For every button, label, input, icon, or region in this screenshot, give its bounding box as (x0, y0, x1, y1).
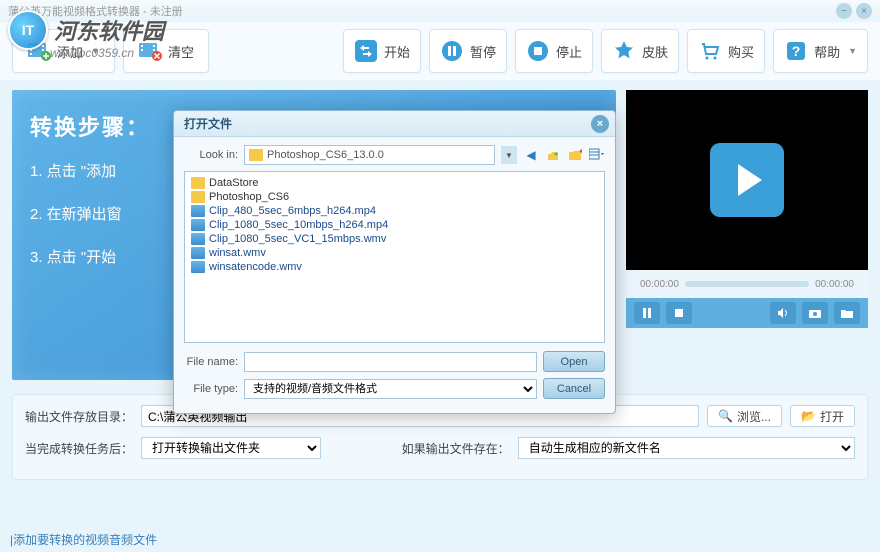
lookin-value: Photoshop_CS6_13.0.0 (267, 149, 490, 161)
convert-icon (354, 39, 378, 63)
nav-viewmode-icon[interactable] (589, 147, 605, 163)
start-button[interactable]: 开始 (343, 29, 421, 73)
video-file-icon (191, 205, 205, 217)
after-task-label: 当完成转换任务后： (25, 440, 133, 457)
folder-icon (191, 191, 205, 203)
pause-icon (440, 39, 464, 63)
folder-icon (249, 149, 263, 161)
lookin-label: Look in: (184, 149, 238, 161)
video-file-icon (191, 247, 205, 259)
star-icon (612, 39, 636, 63)
filetype-label: File type: (184, 383, 238, 395)
list-item[interactable]: Clip_480_5sec_6mbps_h264.mp4 (189, 204, 600, 218)
main-toolbar: 添加 ▼ 清空 开始 暂停 停止 皮肤 购买 (0, 22, 880, 80)
pv-snapshot-button[interactable] (802, 302, 828, 324)
after-task-select[interactable]: 打开转换输出文件夹 (141, 437, 321, 459)
play-icon (710, 143, 784, 217)
open-folder-button[interactable]: 📂 打开 (790, 405, 855, 427)
search-icon: 🔍 (718, 409, 733, 423)
clear-film-icon (138, 39, 162, 63)
list-item[interactable]: Clip_1080_5sec_10mbps_h264.mp4 (189, 218, 600, 232)
cart-icon (698, 39, 722, 63)
preview-slider-bar: 00:00:00 00:00:00 (626, 270, 868, 298)
clear-button[interactable]: 清空 (123, 29, 209, 73)
dialog-title: 打开文件 (184, 115, 232, 132)
browse-button[interactable]: 🔍 浏览... (707, 405, 782, 427)
pv-stop-button[interactable] (666, 302, 692, 324)
chevron-down-icon: ▼ (91, 46, 100, 56)
dialog-open-button[interactable]: Open (543, 351, 605, 372)
pause-button[interactable]: 暂停 (429, 29, 507, 73)
file-exists-label: 如果输出文件存在： (402, 440, 510, 457)
output-dir-label: 输出文件存放目录： (25, 408, 133, 425)
stop-label: 停止 (556, 42, 582, 61)
file-list[interactable]: DataStore Photoshop_CS6 Clip_480_5sec_6m… (184, 171, 605, 343)
start-label: 开始 (384, 42, 410, 61)
dialog-titlebar[interactable]: 打开文件 × (174, 111, 615, 137)
list-item[interactable]: winsatencode.wmv (189, 260, 600, 274)
add-film-icon (27, 39, 51, 63)
stop-button[interactable]: 停止 (515, 29, 593, 73)
filetype-select[interactable]: 支持的视频/音频文件格式 (244, 379, 537, 399)
video-file-icon (191, 261, 205, 273)
list-item[interactable]: Photoshop_CS6 (189, 190, 600, 204)
filename-input[interactable] (244, 352, 537, 372)
preview-controls (626, 298, 868, 328)
skin-label: 皮肤 (642, 42, 668, 61)
folder-open-icon: 📂 (801, 409, 816, 423)
help-icon: ? (784, 39, 808, 63)
time-start: 00:00:00 (640, 279, 679, 290)
preview-panel: 00:00:00 00:00:00 (626, 90, 868, 380)
nav-newfolder-icon[interactable]: ✦ (567, 147, 583, 163)
pause-label: 暂停 (470, 42, 496, 61)
folder-icon (191, 177, 205, 189)
pv-folder-button[interactable] (834, 302, 860, 324)
window-title: 蒲公英万能视频格式转换器 - 未注册 (8, 3, 183, 19)
seek-slider[interactable] (685, 281, 809, 287)
video-file-icon (191, 233, 205, 245)
close-button[interactable]: × (856, 3, 872, 19)
status-bar: |添加要转换的视频音频文件 (10, 531, 157, 548)
list-item[interactable]: winsat.wmv (189, 246, 600, 260)
lookin-dropdown-button[interactable]: ▼ (501, 146, 517, 164)
video-file-icon (191, 219, 205, 231)
preview-video[interactable] (626, 90, 868, 270)
svg-text:?: ? (792, 43, 801, 59)
help-button[interactable]: ? 帮助 ▼ (773, 29, 868, 73)
time-end: 00:00:00 (815, 279, 854, 290)
filename-label: File name: (184, 356, 238, 368)
stop-icon (526, 39, 550, 63)
list-item[interactable]: Clip_1080_5sec_VC1_15mbps.wmv (189, 232, 600, 246)
help-label: 帮助 (814, 42, 840, 61)
nav-back-icon[interactable]: ◀ (523, 147, 539, 163)
window-controls: − × (836, 3, 872, 19)
pv-volume-button[interactable] (770, 302, 796, 324)
lookin-combo[interactable]: Photoshop_CS6_13.0.0 (244, 145, 495, 165)
title-bar: 蒲公英万能视频格式转换器 - 未注册 − × (0, 0, 880, 22)
dialog-close-button[interactable]: × (591, 115, 609, 133)
minimize-button[interactable]: − (836, 3, 852, 19)
buy-label: 购买 (728, 42, 754, 61)
nav-up-icon[interactable] (545, 147, 561, 163)
list-item[interactable]: DataStore (189, 176, 600, 190)
svg-text:✦: ✦ (578, 148, 582, 156)
file-open-dialog: 打开文件 × Look in: Photoshop_CS6_13.0.0 ▼ ◀… (173, 110, 616, 414)
chevron-down-icon: ▼ (848, 46, 857, 56)
add-label: 添加 (57, 42, 83, 61)
file-exists-select[interactable]: 自动生成相应的新文件名 (518, 437, 855, 459)
dialog-cancel-button[interactable]: Cancel (543, 378, 605, 399)
clear-label: 清空 (168, 42, 194, 61)
buy-button[interactable]: 购买 (687, 29, 765, 73)
skin-button[interactable]: 皮肤 (601, 29, 679, 73)
pv-pause-button[interactable] (634, 302, 660, 324)
add-button[interactable]: 添加 ▼ (12, 29, 115, 73)
